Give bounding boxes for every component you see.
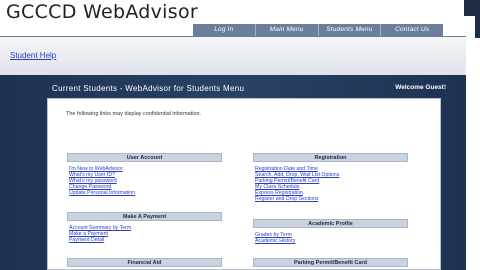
section-academic-profile: Academic Profile Grades by Term Academic…: [253, 219, 408, 244]
help-bar: Student Help: [0, 37, 466, 75]
section-user-account: User Account I'm New to WebAdvisor What'…: [67, 153, 222, 196]
section-header: Registration: [253, 153, 408, 162]
link-register-drop[interactable]: Register and Drop Sections: [255, 196, 406, 202]
nav-contact-us[interactable]: Contact Us: [380, 24, 443, 36]
link-update-personal-info[interactable]: Update Personal Information: [69, 190, 220, 196]
section-header: Financial Aid: [67, 258, 222, 267]
menu-panel: The following links may display confiden…: [47, 98, 441, 270]
section-financial-aid: Financial Aid: [67, 258, 222, 267]
nav-main-menu[interactable]: Main Menu: [254, 24, 318, 36]
top-nav: Log In Main Menu Students Menu Contact U…: [193, 24, 443, 36]
window-corner: [464, 0, 480, 16]
link-academic-history[interactable]: Academic History: [255, 238, 406, 244]
section-header: User Account: [67, 153, 222, 162]
menu-title: Current Students - WebAdvisor for Studen…: [52, 84, 245, 93]
section-make-payment: Make A Payment Account Summary by Term M…: [67, 212, 222, 243]
section-parking: Parking Permit/Benefit Card: [253, 258, 408, 267]
section-header: Academic Profile: [253, 219, 408, 228]
welcome-text: Welcome Guest!: [395, 84, 446, 91]
nav-log-in[interactable]: Log In: [193, 24, 255, 36]
section-header: Make A Payment: [67, 212, 222, 221]
student-help-link[interactable]: Student Help: [10, 51, 56, 60]
section-header: Parking Permit/Benefit Card: [253, 258, 408, 267]
section-registration: Registration Registration Date and Time …: [253, 153, 408, 203]
link-payment-detail[interactable]: Payment Detail: [69, 237, 220, 243]
window-edge: [475, 16, 480, 38]
confidential-notice: The following links may display confiden…: [66, 111, 202, 117]
nav-students-menu[interactable]: Students Menu: [317, 24, 381, 36]
app-title: GCCCD WebAdvisor: [6, 1, 198, 23]
